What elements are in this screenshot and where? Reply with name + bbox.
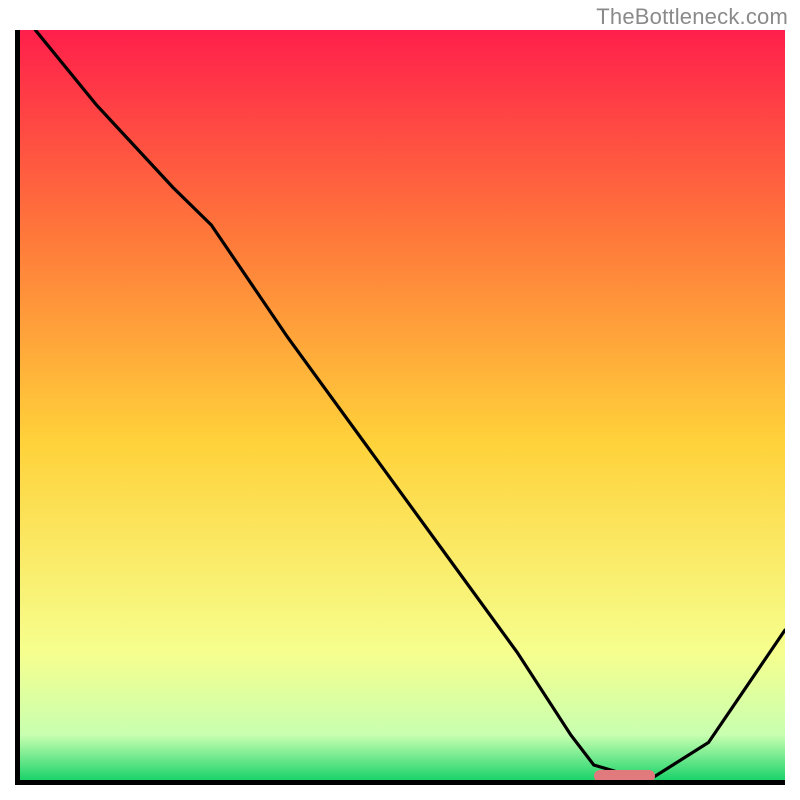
y-axis — [15, 30, 20, 785]
bottleneck-curve — [35, 30, 785, 776]
chart-frame — [15, 30, 785, 785]
curve-layer — [15, 30, 785, 785]
watermark-text: TheBottleneck.com — [596, 4, 788, 30]
x-axis — [15, 780, 785, 785]
